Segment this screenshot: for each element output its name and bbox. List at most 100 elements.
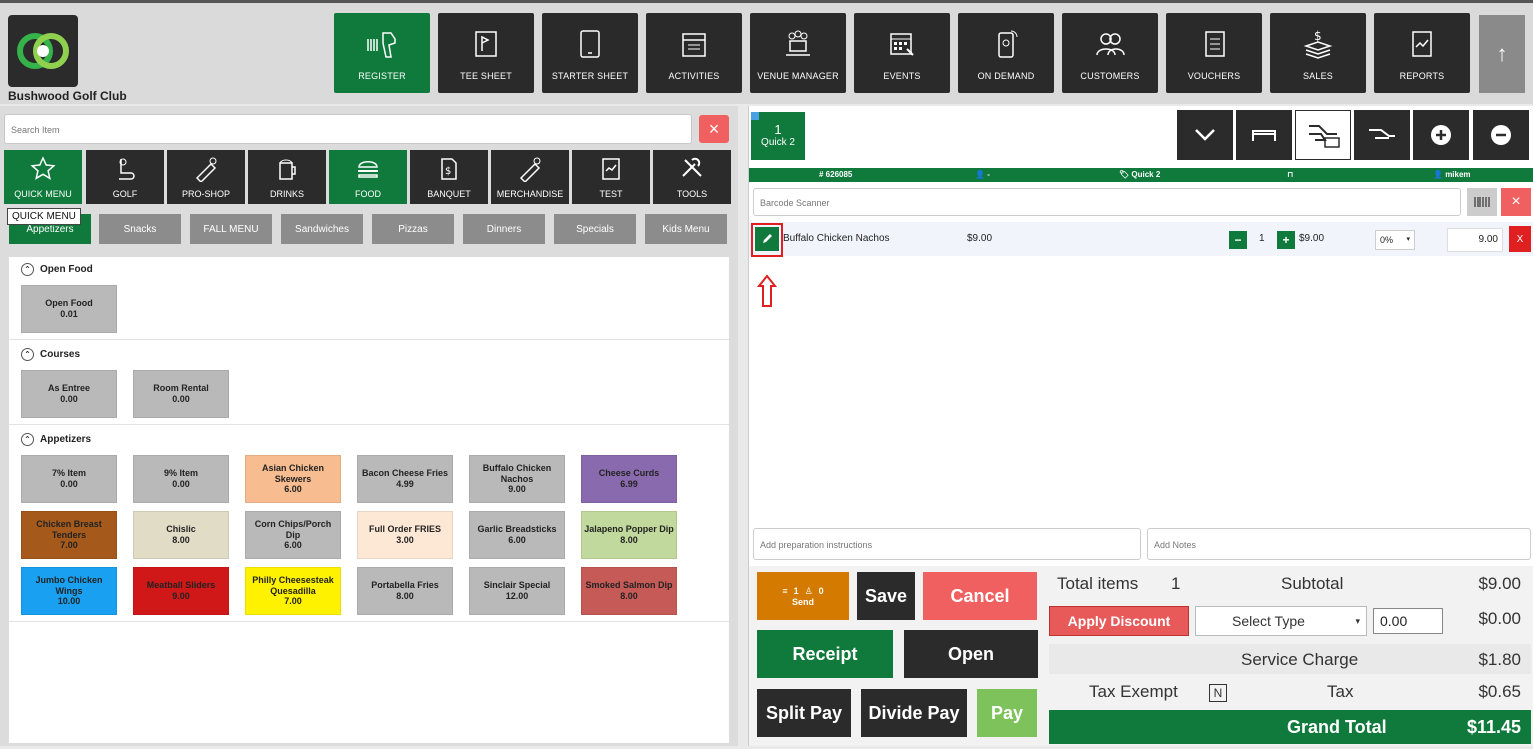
category-tools[interactable]: TOOLS <box>653 150 731 204</box>
open-button[interactable]: Open <box>904 630 1038 678</box>
barcode-button[interactable] <box>1467 188 1497 216</box>
receipt-button[interactable]: Receipt <box>757 630 893 678</box>
send-button[interactable]: ≡ 1 ♙ 0 Send <box>757 572 849 620</box>
menu-item-tile[interactable]: Full Order FRIES 3.00 <box>357 511 453 559</box>
nav-venue-manager[interactable]: VENUE MANAGER <box>750 13 846 93</box>
svg-text:$: $ <box>1314 29 1322 43</box>
subcategory-dinners[interactable]: Dinners <box>463 214 545 244</box>
qty-minus-button[interactable]: − <box>1229 231 1247 249</box>
menu-item-tile[interactable]: Garlic Breadsticks 6.00 <box>469 511 565 559</box>
save-button[interactable]: Save <box>857 572 915 620</box>
menu-item-price: 6.00 <box>508 535 526 545</box>
divide-pay-button[interactable]: Divide Pay <box>861 689 967 737</box>
order-tab[interactable]: 1 Quick 2 <box>751 112 805 160</box>
category-pro-shop[interactable]: PRO-SHOP <box>167 150 245 204</box>
menu-item-tile[interactable]: Chislic 8.00 <box>133 511 229 559</box>
menu-item-tile[interactable]: Portabella Fries 8.00 <box>357 567 453 615</box>
qty-plus-button[interactable]: + <box>1277 231 1295 249</box>
table-button[interactable] <box>1236 110 1292 160</box>
tax-value: $0.65 <box>1478 682 1521 701</box>
section-courses[interactable]: ⌃ Courses <box>21 348 80 361</box>
subcategory-sandwiches[interactable]: Sandwiches <box>281 214 363 244</box>
server-user: 👤 mikem <box>1433 170 1471 179</box>
search-clear-button[interactable]: × <box>699 115 729 143</box>
tax-exempt-toggle[interactable]: N <box>1209 684 1227 702</box>
menu-item-tile[interactable]: Jumbo Chicken Wings 10.00 <box>21 567 117 615</box>
merchandise-icon <box>517 156 543 182</box>
category-food[interactable]: FOOD <box>329 150 407 204</box>
subcategory-snacks[interactable]: Snacks <box>99 214 181 244</box>
category-banquet[interactable]: $ BANQUET <box>410 150 488 204</box>
nav-vouchers[interactable]: VOUCHERS <box>1166 13 1262 93</box>
search-input[interactable]: Search Item <box>4 114 692 144</box>
nav-sales[interactable]: $ SALES <box>1270 13 1366 93</box>
section-appetizers[interactable]: ⌃ Appetizers <box>21 433 91 446</box>
menu-item-tile[interactable]: Sinclair Special 12.00 <box>469 567 565 615</box>
barcode-clear-button[interactable]: × <box>1501 188 1531 216</box>
star-icon <box>30 156 56 182</box>
menu-item-tile[interactable]: Cheese Curds 6.99 <box>581 455 677 503</box>
caret-down-icon: ▾ <box>1406 236 1410 243</box>
subcategory-kids-menu[interactable]: Kids Menu <box>645 214 727 244</box>
barcode-scanner-input[interactable]: Barcode Scanner <box>753 188 1461 216</box>
hand-transfer-button[interactable] <box>1354 110 1410 160</box>
menu-item-tile[interactable]: As Entree 0.00 <box>21 370 117 418</box>
menu-item-tile[interactable]: Buffalo Chicken Nachos 9.00 <box>469 455 565 503</box>
activities-icon <box>677 27 711 61</box>
menu-item-tile[interactable]: Chicken Breast Tenders 7.00 <box>21 511 117 559</box>
menu-items-area: ⌃ Open Food ⌃ Courses ⌃ Appetizers Open … <box>8 256 730 744</box>
category-merchandise[interactable]: MERCHANDISE <box>491 150 569 204</box>
menu-item-name: Jalapeno Popper Dip <box>584 524 674 535</box>
remove-button[interactable] <box>1473 110 1529 160</box>
line-total-input[interactable]: 9.00 <box>1447 228 1503 252</box>
subcategory-fall-menu[interactable]: FALL MENU <box>190 214 272 244</box>
nav-register[interactable]: REGISTER <box>334 13 430 93</box>
hand-card-button[interactable] <box>1295 110 1351 160</box>
nav-reports[interactable]: REPORTS <box>1374 13 1470 93</box>
menu-item-tile[interactable]: 9% Item 0.00 <box>133 455 229 503</box>
nav-customers[interactable]: CUSTOMERS <box>1062 13 1158 93</box>
notes-input[interactable]: Add Notes <box>1147 528 1531 560</box>
menu-item-tile[interactable]: Asian Chicken Skewers 6.00 <box>245 455 341 503</box>
subcategory-pizzas[interactable]: Pizzas <box>372 214 454 244</box>
menu-item-tile[interactable]: Corn Chips/Porch Dip 6.00 <box>245 511 341 559</box>
remove-line-button[interactable]: X <box>1509 226 1531 252</box>
add-button[interactable] <box>1413 110 1469 160</box>
category-test[interactable]: TEST <box>572 150 650 204</box>
menu-item-tile[interactable]: Jalapeno Popper Dip 8.00 <box>581 511 677 559</box>
split-pay-button[interactable]: Split Pay <box>757 689 851 737</box>
menu-item-tile[interactable]: Meatball Sliders 9.00 <box>133 567 229 615</box>
menu-item-tile[interactable]: Open Food 0.01 <box>21 285 117 333</box>
tee-sheet-icon <box>469 27 503 61</box>
nav-on-demand[interactable]: ON DEMAND <box>958 13 1054 93</box>
nav-activities[interactable]: ACTIVITIES <box>646 13 742 93</box>
menu-item-tile[interactable]: Bacon Cheese Fries 4.99 <box>357 455 453 503</box>
menu-item-tile[interactable]: 7% Item 0.00 <box>21 455 117 503</box>
line-item-qty[interactable]: 1 <box>1259 233 1265 244</box>
nav-starter-sheet[interactable]: STARTER SHEET <box>542 13 638 93</box>
menu-item-tile[interactable]: Room Rental 0.00 <box>133 370 229 418</box>
category-quick-menu[interactable]: QUICK MENU <box>4 150 82 204</box>
burger-icon <box>355 156 381 182</box>
nav-tee-sheet[interactable]: TEE SHEET <box>438 13 534 93</box>
pay-button[interactable]: Pay <box>977 689 1037 737</box>
category-drinks[interactable]: DRINKS <box>248 150 326 204</box>
chevron-down-icon <box>1195 129 1215 141</box>
menu-item-price: 0.01 <box>60 309 78 319</box>
menu-item-tile[interactable]: Smoked Salmon Dip 8.00 <box>581 567 677 615</box>
subcategory-specials[interactable]: Specials <box>554 214 636 244</box>
menu-panel: Search Item × QUICK MENU GOLF PRO-SHOP D… <box>0 106 738 746</box>
collapse-icon: ⌃ <box>21 348 34 361</box>
hand-transfer-icon <box>1369 129 1395 139</box>
cancel-button[interactable]: Cancel <box>923 572 1037 620</box>
prep-instructions-input[interactable]: Add preparation instructions <box>753 528 1141 560</box>
menu-item-name: Jumbo Chicken Wings <box>35 574 103 596</box>
menu-item-tile[interactable]: Philly Cheesesteak Quesadilla 7.00 <box>245 567 341 615</box>
category-golf[interactable]: GOLF <box>86 150 164 204</box>
line-discount-select[interactable]: 0% ▾ <box>1375 230 1415 250</box>
scroll-up-button[interactable]: ↑ <box>1479 15 1525 93</box>
nav-events[interactable]: EVENTS <box>854 13 950 93</box>
section-open-food[interactable]: ⌃ Open Food <box>21 263 93 276</box>
vouchers-icon <box>1197 27 1231 61</box>
collapse-button[interactable] <box>1177 110 1233 160</box>
